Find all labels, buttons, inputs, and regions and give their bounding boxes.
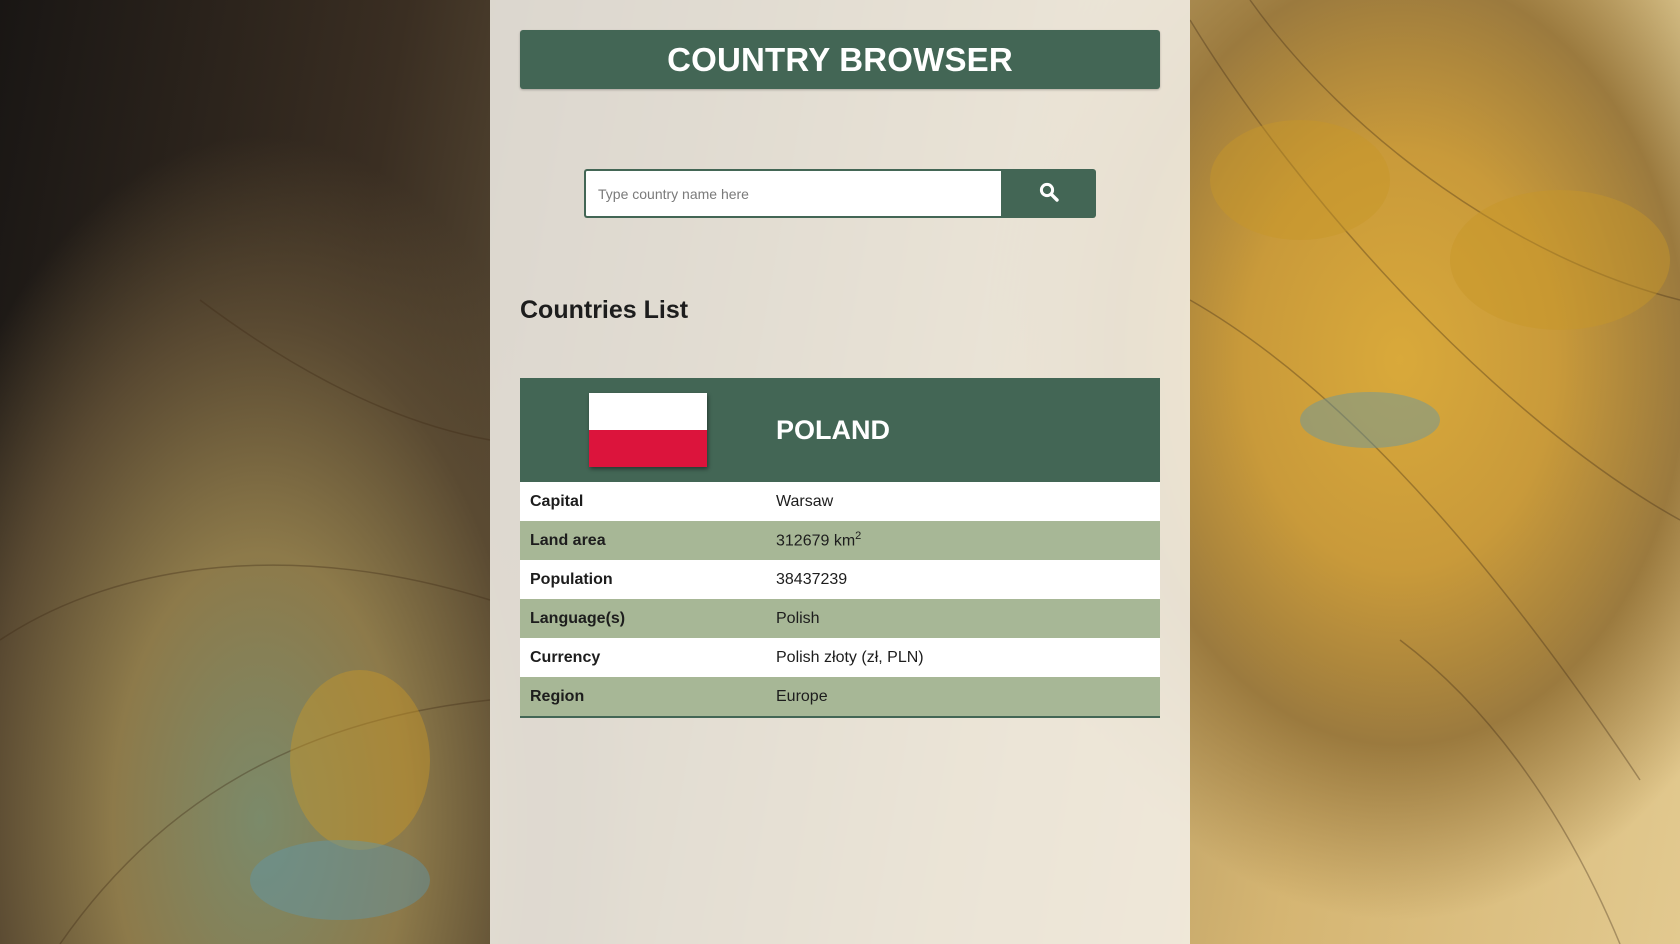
- land-area-value: 312679 km: [776, 532, 856, 550]
- search-icon: [1039, 182, 1059, 205]
- flag-stripe-red: [589, 430, 707, 467]
- info-row-land-area: Land area 312679 km2: [520, 521, 1160, 560]
- info-value: Polish złoty (zł, PLN): [776, 648, 924, 666]
- search-bar: [584, 169, 1096, 218]
- countries-list-heading: Countries List: [520, 296, 689, 324]
- flag-stripe-white: [589, 393, 707, 430]
- info-label: Land area: [530, 531, 606, 549]
- search-button[interactable]: [1001, 169, 1096, 218]
- info-row-region: Region Europe: [520, 677, 1160, 718]
- info-label: Language(s): [530, 609, 626, 627]
- info-label: Population: [530, 570, 613, 588]
- info-row-currency: Currency Polish złoty (zł, PLN): [520, 638, 1160, 677]
- info-label: Capital: [530, 492, 584, 510]
- flag-image: [589, 393, 707, 467]
- main-panel: COUNTRY BROWSER Countries List POLAND Ca…: [490, 0, 1190, 944]
- unit-superscript: 2: [855, 530, 862, 543]
- info-value: 38437239: [776, 570, 848, 588]
- country-card-header: POLAND: [520, 378, 1160, 482]
- country-name: POLAND: [776, 415, 890, 445]
- info-row-languages: Language(s) Polish: [520, 599, 1160, 638]
- info-label: Currency: [530, 648, 601, 666]
- info-value: Europe: [776, 687, 828, 705]
- page-title: COUNTRY BROWSER: [667, 40, 1013, 78]
- info-row-capital: Capital Warsaw: [520, 482, 1160, 521]
- info-value: 312679 km2: [776, 530, 1160, 550]
- info-row-population: Population 38437239: [520, 560, 1160, 599]
- info-label: Region: [530, 687, 585, 705]
- header-bar: COUNTRY BROWSER: [520, 30, 1160, 89]
- info-value: Warsaw: [776, 492, 834, 510]
- info-value: Polish: [776, 609, 820, 627]
- country-card: POLAND Capital Warsaw Land area 312679 k…: [520, 378, 1160, 718]
- search-input[interactable]: [584, 169, 1001, 218]
